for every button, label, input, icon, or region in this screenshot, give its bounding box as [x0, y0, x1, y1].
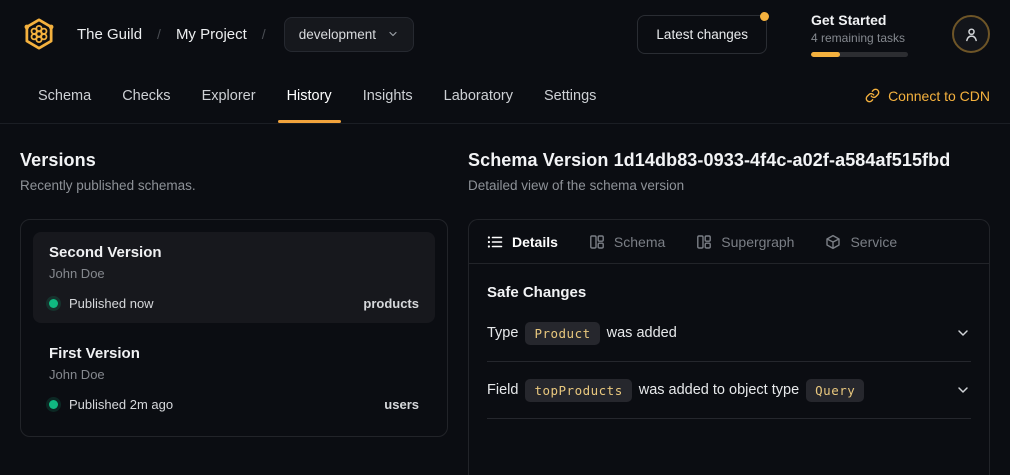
version-service: products: [363, 296, 419, 311]
published-status-icon: [49, 400, 58, 409]
get-started-widget[interactable]: Get Started 4 remaining tasks: [811, 12, 908, 57]
version-author: John Doe: [49, 266, 419, 281]
detail-tab-label: Supergraph: [721, 234, 794, 250]
detail-tab-service[interactable]: Service: [825, 234, 897, 250]
schema-version-title: Schema Version 1d14db83-0933-4f4c-a02f-a…: [468, 150, 990, 171]
target-selector-dropdown[interactable]: development: [284, 17, 414, 52]
schema-version-column: Schema Version 1d14db83-0933-4f4c-a02f-a…: [468, 150, 990, 475]
notification-dot: [760, 12, 769, 21]
detail-tab-details[interactable]: Details: [487, 234, 558, 250]
get-started-title: Get Started: [811, 12, 908, 28]
version-meta: Published now products: [49, 296, 419, 311]
detail-tab-label: Service: [850, 234, 897, 250]
change-text: was added: [607, 325, 677, 341]
nav-tab-explorer[interactable]: Explorer: [202, 68, 256, 123]
connect-to-cdn-label: Connect to CDN: [888, 88, 990, 104]
nav-tab-schema[interactable]: Schema: [38, 68, 91, 123]
schema-version-subtitle: Detailed view of the schema version: [468, 178, 990, 193]
version-author: John Doe: [49, 367, 419, 382]
versions-title: Versions: [20, 150, 448, 171]
person-icon: [963, 26, 980, 43]
change-rows: Type Product was added Field topProducts was …: [487, 305, 971, 419]
change-text: Type: [487, 325, 518, 341]
primary-nav: Schema Checks Explorer History Insights Labor…: [0, 68, 1010, 124]
version-status: Published 2m ago: [69, 397, 173, 412]
schema-version-panel: Details Schema Supergraph Service Safe Chan…: [468, 219, 990, 475]
list-icon: [487, 234, 503, 250]
columns-icon: [696, 234, 712, 250]
main-content: Versions Recently published schemas. Sec…: [0, 124, 1010, 475]
published-status-icon: [49, 299, 58, 308]
version-service: users: [384, 397, 419, 412]
latest-changes-label: Latest changes: [656, 27, 748, 42]
detail-tab-schema[interactable]: Schema: [589, 234, 665, 250]
nav-tab-history[interactable]: History: [287, 68, 332, 123]
nav-tab-laboratory[interactable]: Laboratory: [444, 68, 513, 123]
versions-column: Versions Recently published schemas. Sec…: [20, 150, 448, 475]
chevron-down-icon[interactable]: [955, 382, 971, 398]
detail-tab-label: Details: [512, 234, 558, 250]
change-text: was added to object type: [639, 382, 799, 398]
version-meta: Published 2m ago users: [49, 397, 419, 412]
version-card[interactable]: Second Version John Doe Published now produ…: [33, 232, 435, 323]
breadcrumb-separator: /: [157, 26, 161, 42]
nav-tab-checks[interactable]: Checks: [122, 68, 170, 123]
user-avatar[interactable]: [952, 15, 990, 53]
get-started-progressbar: [811, 52, 908, 57]
nav-tab-settings[interactable]: Settings: [544, 68, 596, 123]
version-name: First Version: [49, 345, 419, 362]
detail-content: Safe Changes Type Product was added Fieldto…: [469, 264, 989, 419]
detail-tab-label: Schema: [614, 234, 665, 250]
top-bar-right: Latest changes Get Started 4 remaining t…: [637, 12, 990, 57]
progress-fill: [811, 52, 840, 57]
breadcrumb-project[interactable]: My Project: [176, 26, 247, 43]
change-text: Field: [487, 382, 518, 398]
hive-logo-icon[interactable]: [20, 15, 58, 53]
link-icon: [865, 88, 880, 103]
detail-tabs: Details Schema Supergraph Service: [469, 220, 989, 264]
version-name: Second Version: [49, 244, 419, 261]
chevron-down-icon[interactable]: [955, 325, 971, 341]
get-started-subtitle: 4 remaining tasks: [811, 31, 908, 45]
safe-changes-title: Safe Changes: [487, 284, 971, 301]
nav-tabs: Schema Checks Explorer History Insights Labor…: [38, 68, 596, 123]
code-badge: Product: [525, 322, 599, 345]
code-badge: topProducts: [525, 379, 631, 402]
breadcrumb-separator: /: [262, 26, 266, 42]
connect-to-cdn-link[interactable]: Connect to CDN: [865, 88, 990, 104]
code-badge: Query: [806, 379, 864, 402]
top-bar: The Guild / My Project / development Lat…: [0, 0, 1010, 68]
nav-tab-insights[interactable]: Insights: [363, 68, 413, 123]
versions-subtitle: Recently published schemas.: [20, 178, 448, 193]
version-status: Published now: [69, 296, 154, 311]
versions-header: Versions Recently published schemas.: [20, 150, 448, 193]
schema-change-row[interactable]: Type Product was added: [487, 305, 971, 362]
schema-change-row[interactable]: Field topProducts was added to object type…: [487, 362, 971, 419]
breadcrumb-org[interactable]: The Guild: [77, 26, 142, 43]
chevron-down-icon: [387, 28, 399, 40]
version-list: Second Version John Doe Published now produ…: [20, 219, 448, 437]
cube-icon: [825, 234, 841, 250]
version-card[interactable]: First Version John Doe Published 2m ago use…: [33, 333, 435, 424]
target-selector-value: development: [299, 27, 376, 42]
schema-version-header: Schema Version 1d14db83-0933-4f4c-a02f-a…: [468, 150, 990, 193]
detail-tab-supergraph[interactable]: Supergraph: [696, 234, 794, 250]
breadcrumb: The Guild / My Project / development: [20, 15, 414, 53]
columns-icon: [589, 234, 605, 250]
latest-changes-button[interactable]: Latest changes: [637, 15, 767, 54]
